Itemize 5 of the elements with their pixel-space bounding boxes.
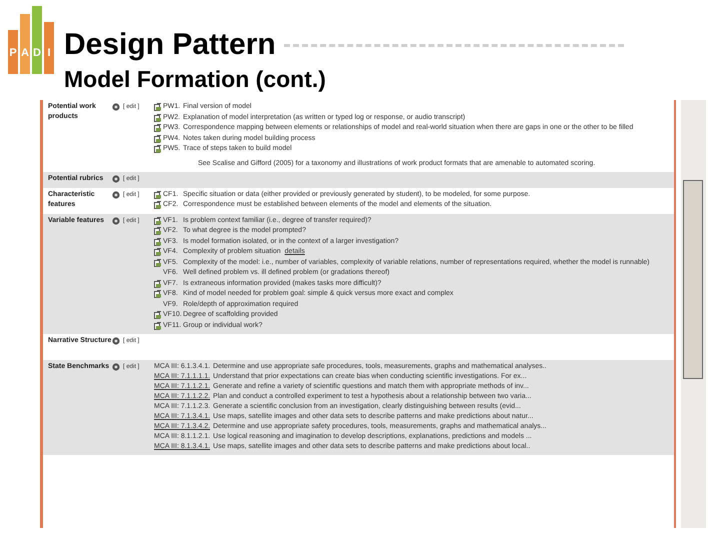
slide-title: Design Pattern <box>64 28 276 62</box>
scrollbar-thumb[interactable] <box>683 180 703 379</box>
logo-drawing: P A D I <box>6 2 58 74</box>
scrollbar[interactable] <box>681 100 706 528</box>
slide-subtitle: Model Formation (cont.) <box>64 66 327 92</box>
